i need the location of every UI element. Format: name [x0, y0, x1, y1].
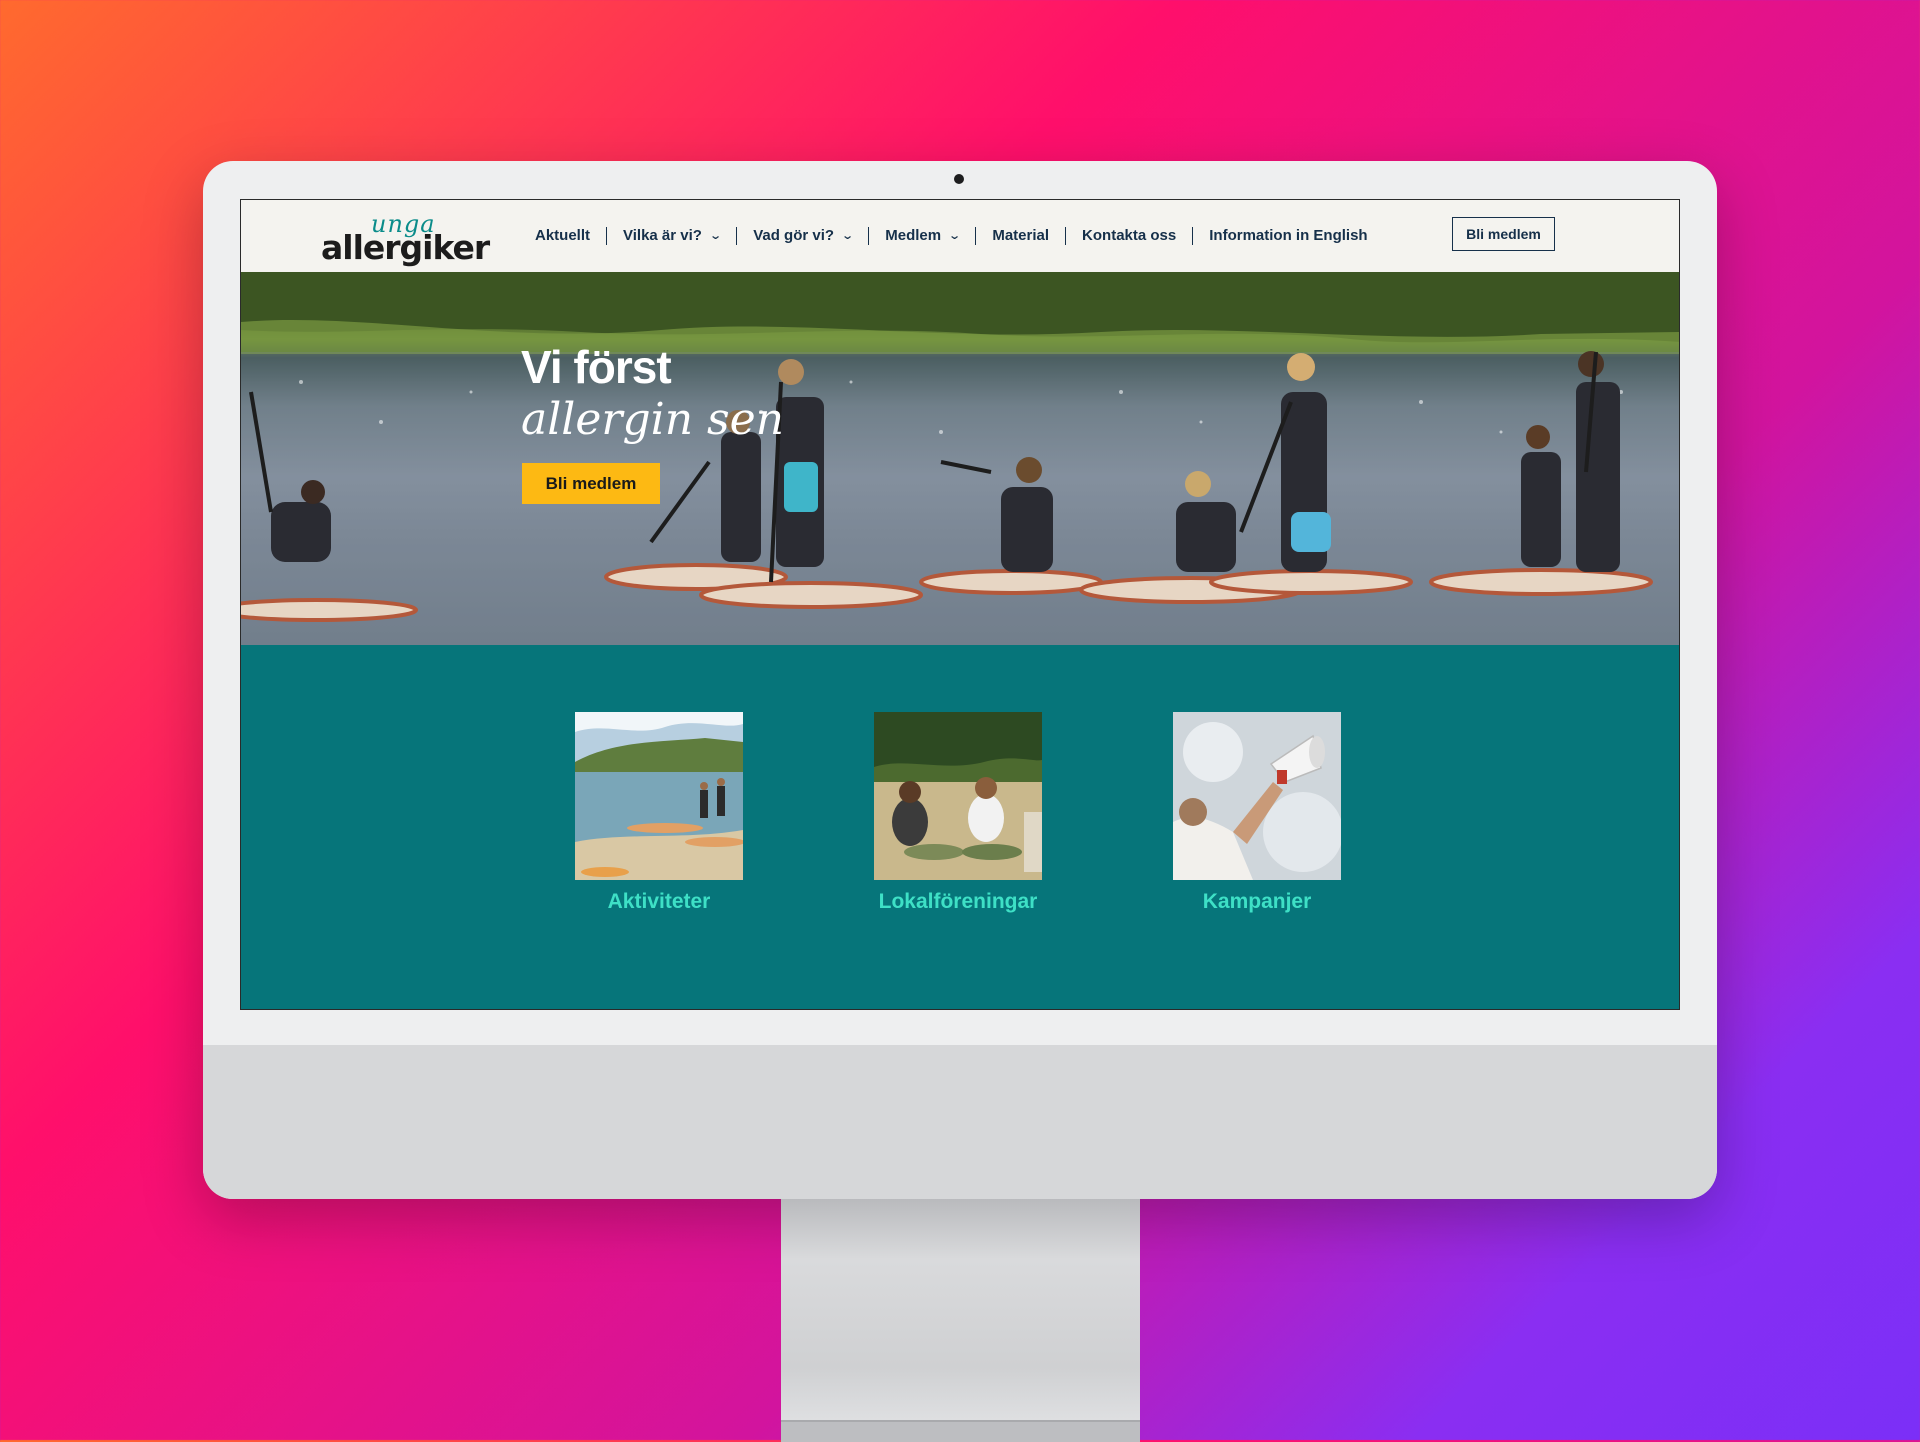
- logo-main-word: allergiker: [321, 228, 490, 267]
- hero-title-line2: allergin sen: [521, 394, 784, 445]
- nav-item-label: Vilka är vi?: [623, 227, 702, 244]
- chevron-down-icon: ⌄: [709, 230, 723, 242]
- card-kampanjer[interactable]: Kampanjer: [1173, 712, 1341, 914]
- monitor-chin: [203, 1045, 1717, 1199]
- nav-item-vad-gor-vi[interactable]: Vad gör vi? ⌄: [737, 227, 870, 245]
- chevron-down-icon: ⌄: [948, 230, 962, 242]
- hero-photo: [241, 272, 1679, 645]
- header-join-button[interactable]: Bli medlem: [1452, 217, 1555, 251]
- site-logo[interactable]: unga allergiker: [321, 210, 490, 267]
- hero-banner: Vi först allergin sen Bli medlem: [241, 272, 1679, 645]
- site-header: unga allergiker Aktuellt Vilka är vi? ⌄ …: [241, 200, 1679, 273]
- monitor-stand: [781, 1199, 1140, 1440]
- card-label: Aktiviteter: [607, 890, 711, 913]
- nav-item-label: Information in English: [1209, 227, 1368, 244]
- nav-item-vilka-ar-vi[interactable]: Vilka är vi? ⌄: [607, 227, 738, 245]
- hero-title: Vi först allergin sen: [521, 342, 784, 446]
- browser-screen: unga allergiker Aktuellt Vilka är vi? ⌄ …: [240, 199, 1680, 1010]
- categories-section: Aktiviteter Lokalföreningar Kampanjer: [241, 645, 1679, 1009]
- nav-item-aktuellt[interactable]: Aktuellt: [535, 227, 608, 245]
- card-lokalforeningar[interactable]: Lokalföreningar: [874, 712, 1042, 914]
- nav-item-label: Aktuellt: [535, 227, 591, 244]
- card-image-aktiviteter[interactable]: [575, 712, 743, 880]
- main-nav: Aktuellt Vilka är vi? ⌄ Vad gör vi? ⌄ Me…: [535, 200, 1384, 272]
- nav-item-label: Material: [992, 227, 1050, 244]
- nav-item-material[interactable]: Material: [976, 227, 1067, 245]
- card-label: Lokalföreningar: [878, 890, 1038, 913]
- nav-item-medlem[interactable]: Medlem ⌄: [869, 227, 977, 245]
- camera-dot: [954, 174, 964, 184]
- card-label: Kampanjer: [1202, 890, 1312, 913]
- hero-join-button[interactable]: Bli medlem: [522, 463, 660, 504]
- nav-item-label: Kontakta oss: [1082, 227, 1177, 244]
- chevron-down-icon: ⌄: [841, 230, 855, 242]
- hero-title-line1: Vi först: [521, 341, 672, 393]
- nav-item-kontakta-oss[interactable]: Kontakta oss: [1066, 227, 1194, 245]
- monitor-stand-foot: [781, 1420, 1140, 1442]
- card-image-lokalforeningar[interactable]: [874, 712, 1042, 880]
- nav-item-information-in-english[interactable]: Information in English: [1193, 227, 1383, 245]
- card-image-kampanjer[interactable]: [1173, 712, 1341, 880]
- nav-item-label: Vad gör vi?: [753, 227, 835, 244]
- card-aktiviteter[interactable]: Aktiviteter: [575, 712, 743, 914]
- nav-item-label: Medlem: [885, 227, 942, 244]
